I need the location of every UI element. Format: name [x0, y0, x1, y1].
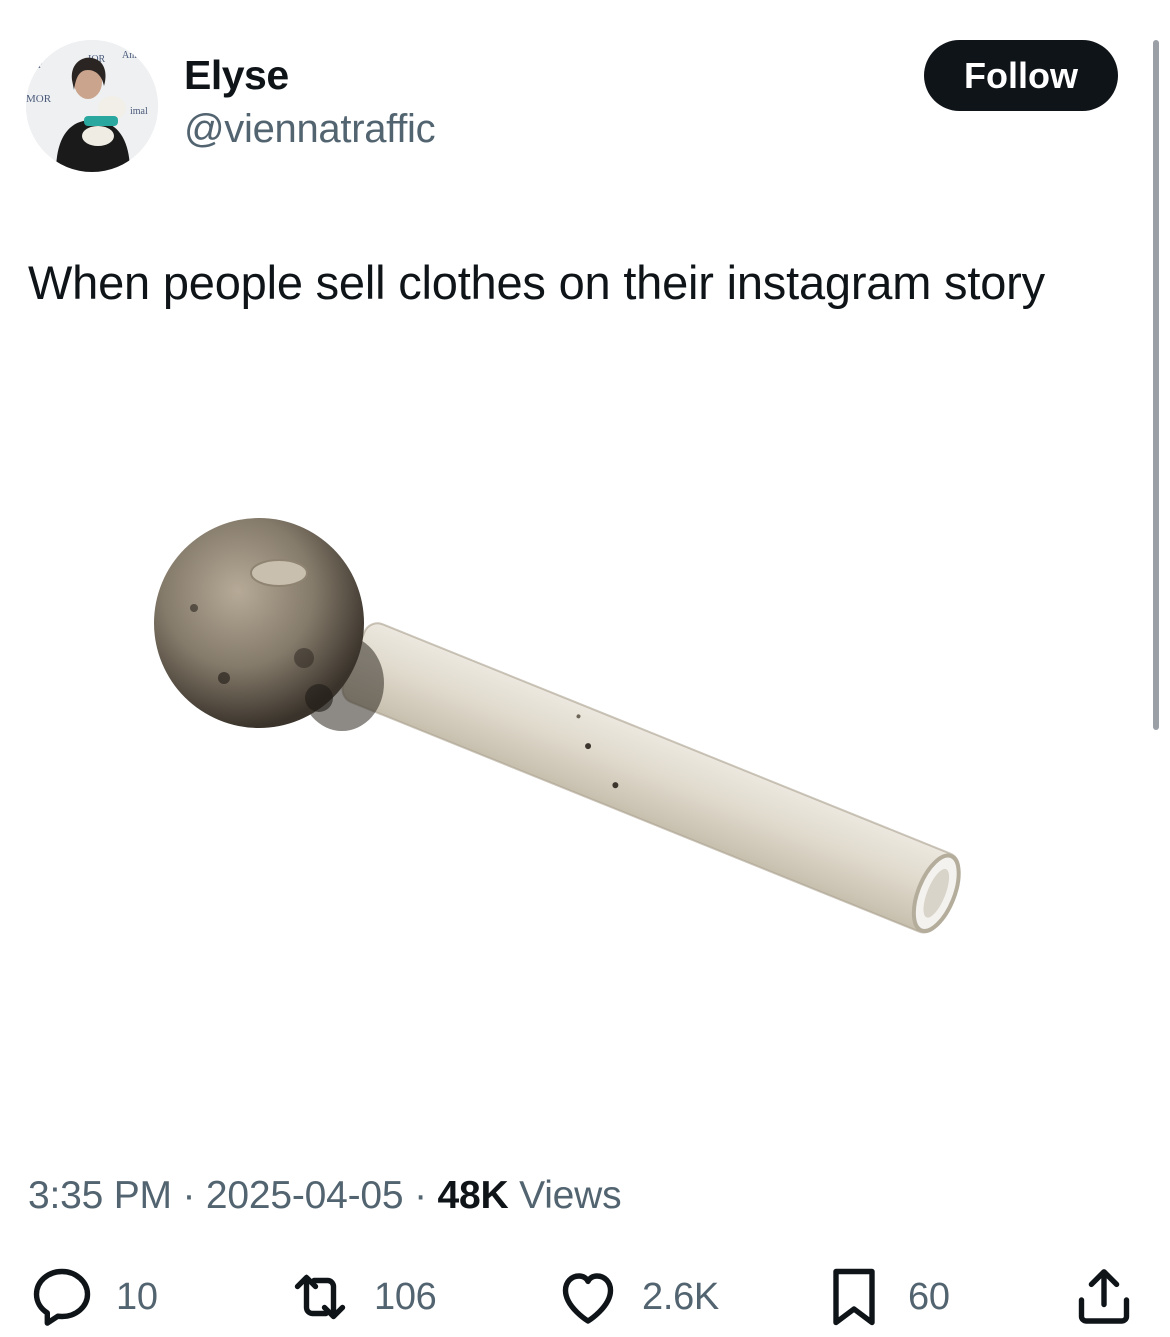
views-count: 48K — [437, 1174, 509, 1217]
like-button[interactable]: 2.6K — [552, 1262, 719, 1332]
share-icon — [1068, 1261, 1140, 1333]
follow-button[interactable]: Follow — [924, 40, 1118, 111]
author-display-name[interactable]: Elyse — [184, 52, 289, 99]
retweet-count: 106 — [374, 1275, 437, 1318]
tweet-text: When people sell clothes on their instag… — [28, 256, 1045, 309]
bookmark-icon — [818, 1261, 890, 1333]
scrollbar[interactable] — [1153, 40, 1159, 730]
svg-text:imal: imal — [130, 106, 148, 117]
tweet-time: 3:35 PM — [28, 1174, 172, 1217]
share-button[interactable] — [1068, 1262, 1140, 1332]
svg-text:Ani: Ani — [122, 50, 137, 61]
reply-button[interactable]: 10 — [26, 1262, 158, 1332]
bookmark-count: 60 — [908, 1275, 950, 1318]
like-count: 2.6K — [642, 1275, 719, 1318]
author-handle[interactable]: @viennatraffic — [184, 107, 436, 152]
heart-icon — [552, 1261, 624, 1333]
retweet-icon — [284, 1261, 356, 1333]
views-label: Views — [519, 1174, 622, 1217]
reply-icon — [26, 1261, 98, 1333]
tweet-timestamp[interactable]: 3:35 PM · 2025-04-05 · 48K Views — [28, 1174, 622, 1218]
meta-separator: · — [182, 1174, 196, 1217]
tweet-actions-bar: 10 106 2.6K 60 — [0, 1262, 1170, 1332]
tweet-date: 2025-04-05 — [205, 1174, 404, 1217]
reply-count: 10 — [116, 1275, 158, 1318]
retweet-button[interactable]: 106 — [284, 1262, 437, 1332]
avatar[interactable]: air IOR Ani MOR imal — [26, 40, 158, 172]
bookmark-button[interactable]: 60 — [818, 1262, 950, 1332]
tweet-media-image[interactable] — [74, 448, 1034, 1058]
meta-separator: · — [414, 1174, 427, 1217]
svg-text:MOR: MOR — [26, 93, 52, 105]
svg-text:air: air — [30, 59, 42, 71]
